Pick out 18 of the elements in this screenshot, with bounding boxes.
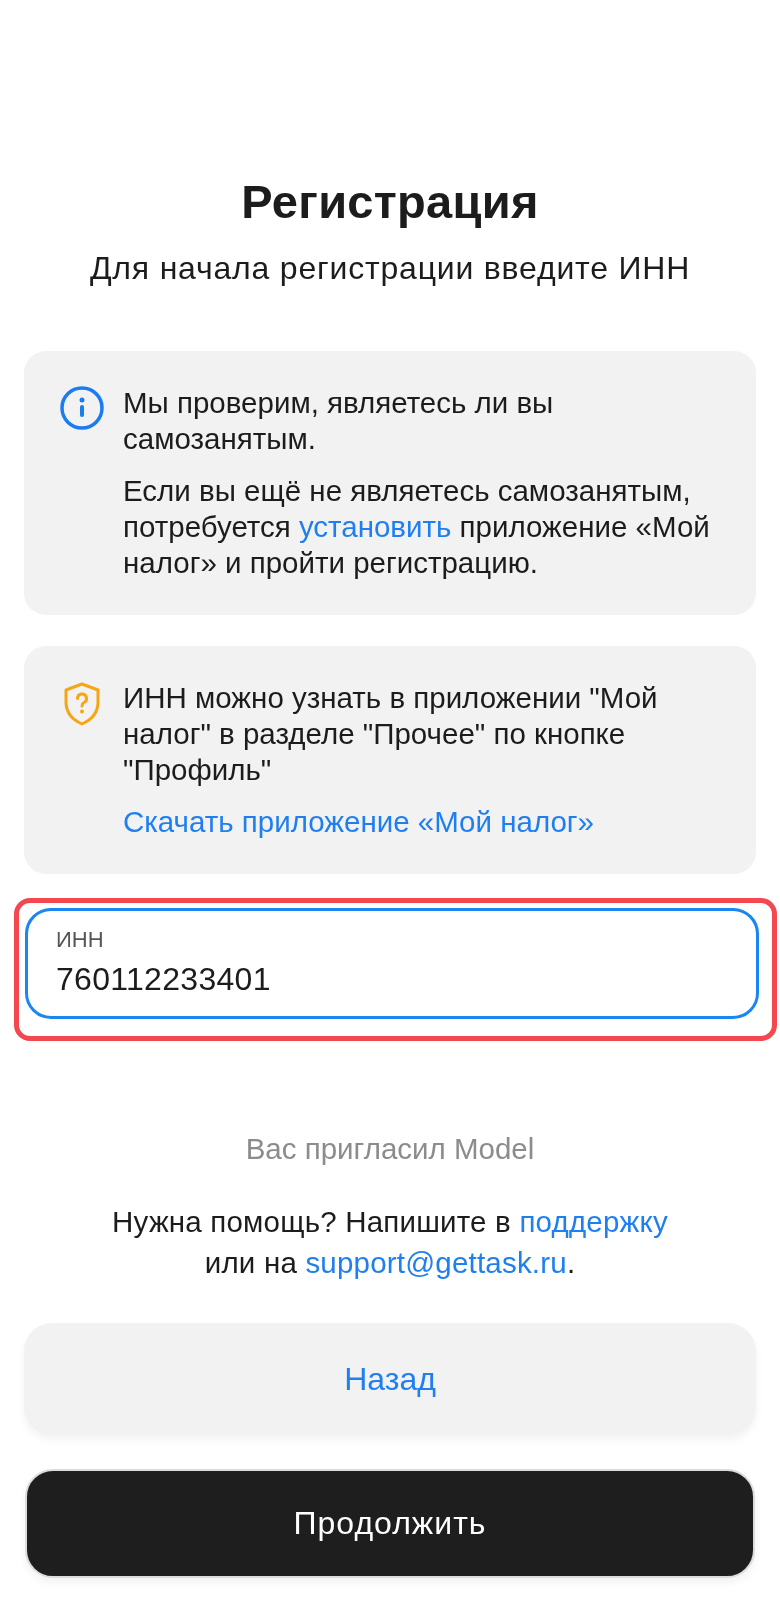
field-label: ИНН xyxy=(56,927,104,953)
notice-text: Если вы ещё не являетесь самозанятым, потребуется установить приложение «Мой налог» и пройти регистрацию. xyxy=(123,473,711,581)
notice-text: Мы проверим, являетесь ли вы самозанятым. xyxy=(123,385,555,457)
inn-input-field[interactable]: ИНН 760112233401 xyxy=(25,908,759,1019)
info-icon xyxy=(60,386,104,430)
text-link[interactable]: поддержку xyxy=(519,1205,668,1238)
shield-question-icon xyxy=(63,682,101,726)
referral-text: Вас пригласил Model xyxy=(244,1131,536,1167)
page-subtitle: Для начала регистрации введите ИНН xyxy=(88,249,692,288)
field-value: 760112233401 xyxy=(56,960,271,998)
email-link[interactable]: support@gettask.ru xyxy=(305,1246,567,1279)
continue-button[interactable]: Продолжить xyxy=(25,1469,755,1578)
text-link[interactable]: установить xyxy=(298,510,452,543)
back-button[interactable]: Назад xyxy=(24,1323,756,1435)
notice-text: ИНН можно узнать в приложении "Мой налог" в разделе "Прочее" по кнопке "Профиль" xyxy=(123,680,659,788)
text-link[interactable]: Скачать приложение «Мой налог» xyxy=(123,805,595,838)
help-text: Нужна помощь? Напишите в поддержку или на support@gettask.ru. xyxy=(111,1204,669,1281)
page-title: Регистрация xyxy=(240,174,540,230)
